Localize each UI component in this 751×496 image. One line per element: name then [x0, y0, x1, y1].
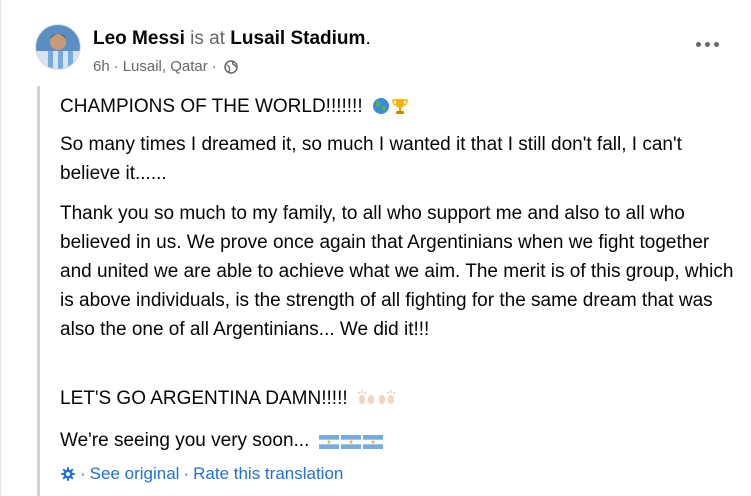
meta-separator: ·	[211, 58, 217, 75]
post-meta: 6h · Lusail, Qatar ·	[93, 58, 238, 75]
avatar[interactable]	[36, 25, 80, 69]
paragraph-1: CHAMPIONS OF THE WORLD!!!!!!!	[60, 92, 740, 124]
post-header: Leo Messi is at Lusail Stadium. 6h · Lus…	[1, 0, 751, 86]
is-at-text: is at	[190, 28, 226, 49]
argentina-flag-emoji	[340, 429, 361, 458]
paragraph-5-text: We're seeing you very soon...	[60, 430, 310, 451]
post-card: Leo Messi is at Lusail Stadium. 6h · Lus…	[0, 0, 751, 496]
globe-icon[interactable]	[223, 59, 238, 74]
translation-separator: ·	[80, 464, 86, 483]
argentina-flag-emoji	[362, 429, 383, 458]
post-content: CHAMPIONS OF THE WORLD!!!!!!! So many ti…	[37, 86, 751, 496]
place-link[interactable]: Lusail Stadium	[230, 28, 365, 49]
period: .	[365, 28, 371, 49]
meta-separator: ·	[113, 58, 119, 75]
see-original-link[interactable]: See original	[90, 464, 180, 484]
paragraph-3: Thank you so much to my family, to all w…	[60, 203, 734, 340]
paragraph-4: LET'S GO ARGENTINA DAMN!!!!!	[60, 384, 740, 416]
author-line: Leo Messi is at Lusail Stadium.	[93, 28, 371, 50]
author-name[interactable]: Leo Messi	[93, 28, 185, 49]
paragraph-2: So many times I dreamed it, so much I wa…	[60, 134, 682, 184]
paragraph-1-text: CHAMPIONS OF THE WORLD!!!!!!!	[60, 96, 363, 117]
translation-bar: · See original · Rate this translation	[60, 464, 343, 484]
paragraph-4-text: LET'S GO ARGENTINA DAMN!!!!!	[60, 388, 348, 409]
post-time[interactable]: 6h	[93, 58, 110, 75]
trophy-emoji	[391, 95, 409, 124]
raised-hands-emoji	[357, 387, 377, 416]
argentina-flag-emoji	[318, 429, 339, 458]
more-options-icon[interactable]	[691, 32, 723, 56]
globe-emoji	[372, 95, 390, 124]
post-location[interactable]: Lusail, Qatar	[123, 58, 208, 75]
gear-icon[interactable]	[60, 466, 76, 482]
rate-translation-link[interactable]: Rate this translation	[193, 464, 343, 484]
paragraph-5: We're seeing you very soon...	[60, 426, 740, 458]
raised-hands-emoji	[377, 387, 397, 416]
translation-separator: ·	[183, 464, 190, 483]
